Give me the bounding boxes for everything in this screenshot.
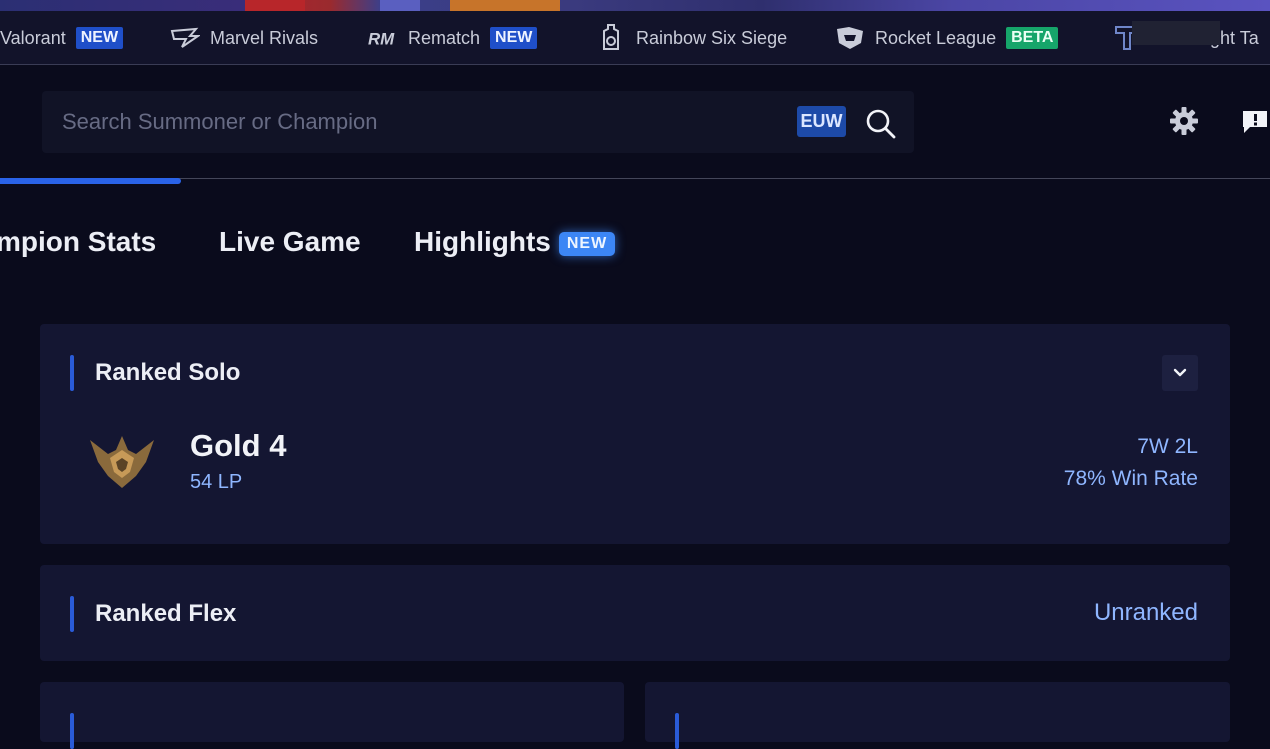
beta-badge: BETA bbox=[1006, 27, 1059, 49]
region-selector[interactable]: EUW bbox=[797, 106, 846, 137]
search-icon[interactable] bbox=[864, 106, 898, 140]
rank-status: Unranked bbox=[1093, 599, 1198, 626]
game-rainbow-six[interactable]: Rainbow Six Siege bbox=[596, 11, 787, 65]
svg-text:RM: RM bbox=[368, 30, 395, 49]
stats-card bbox=[40, 682, 624, 749]
top-banner bbox=[0, 0, 1270, 11]
card-title: Ranked Solo bbox=[95, 359, 241, 386]
game-label: Rainbow Six Siege bbox=[636, 27, 788, 48]
game-marvel-rivals[interactable]: Marvel Rivals bbox=[170, 11, 318, 65]
gold-rank-emblem-icon bbox=[86, 432, 158, 492]
rainbow-six-icon bbox=[596, 23, 626, 53]
rematch-icon: RM bbox=[368, 23, 398, 53]
game-valorant[interactable]: Valorant NEW bbox=[0, 11, 124, 65]
new-badge: NEW bbox=[75, 27, 124, 49]
banner-art bbox=[245, 0, 305, 11]
win-rate: 78% Win Rate bbox=[1063, 467, 1198, 490]
chevron-down-icon bbox=[1173, 368, 1187, 377]
ranked-solo-card: Ranked Solo Gold 4 54 LP 7W 2L 78% Win R… bbox=[40, 324, 1230, 544]
search-header: EUW bbox=[0, 65, 1270, 179]
expand-button[interactable] bbox=[1162, 355, 1198, 391]
rocket-league-icon bbox=[835, 23, 865, 53]
game-rocket-league[interactable]: Rocket League BETA bbox=[835, 11, 1059, 65]
redacted-area bbox=[1132, 21, 1220, 45]
active-section-indicator bbox=[0, 178, 181, 184]
card-accent-bar bbox=[70, 713, 74, 749]
game-nav: Valorant NEW Marvel Rivals RM Rematch NE… bbox=[0, 11, 1270, 65]
game-label: Rematch bbox=[408, 27, 481, 48]
league-points: 54 LP bbox=[190, 471, 243, 493]
banner-art bbox=[380, 0, 420, 11]
card-accent-bar bbox=[675, 713, 679, 749]
gear-icon[interactable] bbox=[1168, 105, 1200, 137]
game-label: Valorant bbox=[0, 27, 66, 48]
new-badge: NEW bbox=[558, 231, 616, 256]
tab-highlights[interactable]: Highlights NEW bbox=[414, 220, 616, 264]
tab-label: Highlights bbox=[414, 226, 551, 257]
rank-tier: Gold 4 bbox=[190, 428, 287, 463]
new-badge: NEW bbox=[490, 27, 538, 49]
game-rematch[interactable]: RM Rematch NEW bbox=[368, 11, 538, 65]
tab-champion-stats[interactable]: mpion Stats bbox=[0, 220, 156, 264]
game-label: Marvel Rivals bbox=[210, 27, 319, 48]
banner-art bbox=[450, 0, 560, 11]
search-box: EUW bbox=[42, 91, 914, 153]
game-label: Rocket League bbox=[875, 27, 997, 48]
stats-card bbox=[645, 682, 1230, 749]
ranked-flex-card: Ranked Flex Unranked bbox=[40, 565, 1230, 661]
card-accent-bar bbox=[70, 355, 74, 391]
card-title: Ranked Flex bbox=[95, 600, 237, 627]
win-loss-record: 7W 2L bbox=[1137, 435, 1198, 458]
search-input[interactable] bbox=[42, 91, 782, 153]
card-accent-bar bbox=[70, 596, 74, 632]
feedback-icon[interactable] bbox=[1240, 109, 1270, 135]
marvel-rivals-icon bbox=[170, 23, 200, 53]
tab-live-game[interactable]: Live Game bbox=[219, 220, 361, 264]
